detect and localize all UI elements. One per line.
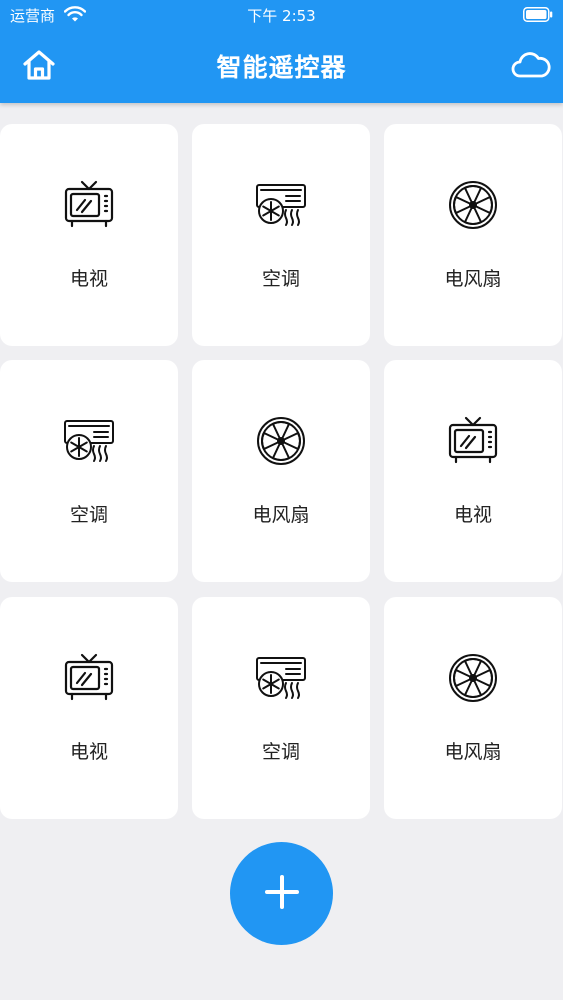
tv-icon	[384, 415, 562, 467]
device-card-fan[interactable]: 电风扇	[192, 360, 370, 582]
air-conditioner-icon	[192, 652, 370, 704]
device-card-tv[interactable]: 电视	[384, 360, 562, 582]
fan-icon	[192, 415, 370, 467]
air-conditioner-icon	[0, 415, 178, 467]
device-card-air-conditioner[interactable]: 空调	[192, 597, 370, 819]
status-bar: 运营商 下午 2:53	[0, 0, 563, 30]
device-card-tv[interactable]: 电视	[0, 124, 178, 346]
device-card-air-conditioner[interactable]: 空调	[192, 124, 370, 346]
cloud-icon	[511, 51, 551, 83]
device-label: 电风扇	[252, 504, 310, 526]
device-card-fan[interactable]: 电风扇	[384, 597, 562, 819]
device-label: 电风扇	[444, 268, 502, 290]
device-label: 电视	[69, 741, 108, 763]
device-card-fan[interactable]: 电风扇	[384, 124, 562, 346]
app-header: 运营商 下午 2:53 智能遥控器	[0, 0, 563, 103]
device-label: 电视	[69, 268, 108, 290]
device-label: 空调	[261, 741, 300, 763]
device-card-air-conditioner[interactable]: 空调	[0, 360, 178, 582]
page-title: 智能遥控器	[216, 53, 347, 82]
device-label: 电风扇	[444, 741, 502, 763]
air-conditioner-icon	[192, 179, 370, 231]
battery-icon	[523, 7, 553, 22]
plus-icon	[264, 874, 300, 914]
device-label: 空调	[69, 504, 108, 526]
add-device-button[interactable]	[230, 842, 333, 945]
status-time: 下午 2:53	[247, 7, 316, 25]
tv-icon	[0, 652, 178, 704]
fan-icon	[384, 179, 562, 231]
cloud-button[interactable]	[508, 47, 554, 87]
device-card-tv[interactable]: 电视	[0, 597, 178, 819]
device-label: 电视	[453, 504, 492, 526]
device-label: 空调	[261, 268, 300, 290]
nav-bar: 智能遥控器	[0, 30, 563, 103]
tv-icon	[0, 179, 178, 231]
fan-icon	[384, 652, 562, 704]
